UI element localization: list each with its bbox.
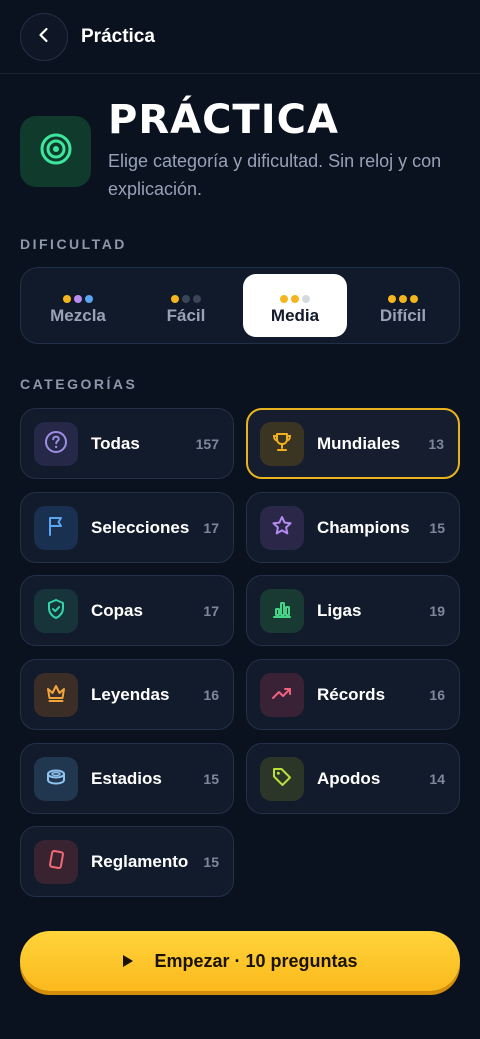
difficulty-option-label: Media (270, 306, 320, 325)
card-icon (44, 848, 68, 877)
category-name: Estadios (91, 768, 162, 788)
category-icon-box (260, 506, 304, 550)
flag-icon (44, 514, 68, 543)
difficulty-option-mezcla[interactable]: Mezcla (26, 274, 130, 337)
start-button[interactable]: Empezar · 10 preguntas (20, 931, 460, 991)
category-icon-box (34, 506, 78, 550)
category-count: 15 (429, 519, 445, 536)
stadium-icon (44, 765, 68, 794)
category-count: 16 (203, 686, 219, 703)
category-icon-box (34, 673, 78, 717)
crown-icon (44, 681, 68, 710)
difficulty-option-label: Difícil (379, 306, 427, 325)
category-count: 157 (195, 435, 219, 452)
category-name: Copas (91, 600, 143, 620)
back-button[interactable] (20, 13, 68, 61)
category-count: 19 (429, 602, 445, 619)
difficulty-option-facil[interactable]: Fácil (134, 274, 238, 337)
category-card-todas[interactable]: Todas 157 (20, 408, 234, 479)
category-card-champions[interactable]: Champions 15 (246, 492, 460, 563)
category-card-reglamento[interactable]: Reglamento 15 (20, 826, 234, 897)
category-name: Ligas (317, 600, 362, 620)
difficulty-option-label: Mezcla (50, 306, 106, 325)
category-icon-box (34, 757, 78, 801)
trending-up-icon (270, 681, 294, 710)
difficulty-dots (351, 290, 455, 303)
category-name: Récords (317, 684, 386, 704)
categories-section-label: CATEGORÍAS (20, 376, 138, 392)
page-title: PRÁCTICA (108, 97, 339, 143)
category-name: Reglamento (91, 851, 189, 871)
difficulty-dots (134, 290, 238, 303)
difficulty-option-label: Fácil (166, 306, 206, 325)
category-name: Selecciones (91, 517, 190, 537)
question-circle-icon (44, 430, 68, 459)
chevron-left-icon (35, 26, 53, 49)
category-card-apodos[interactable]: Apodos 14 (246, 743, 460, 814)
category-count: 16 (429, 686, 445, 703)
category-count: 13 (428, 435, 444, 452)
category-name: Leyendas (91, 684, 170, 704)
top-bar: Práctica (0, 0, 480, 74)
tag-icon (270, 765, 294, 794)
category-card-selecciones[interactable]: Selecciones 17 (20, 492, 234, 563)
category-count: 17 (203, 602, 219, 619)
trophy-icon (270, 430, 294, 459)
page-subtitle: Elige categoría y dificultad. Sin reloj … (108, 151, 442, 199)
header-title: Práctica (81, 26, 155, 47)
category-icon-box (260, 757, 304, 801)
category-card-mundiales[interactable]: Mundiales 13 (246, 408, 460, 479)
category-icon-box (34, 589, 78, 633)
category-icon-box (260, 422, 304, 466)
difficulty-option-dificil[interactable]: Difícil (351, 274, 455, 337)
category-name: Mundiales (317, 433, 401, 453)
start-button-label: Empezar · 10 preguntas (154, 950, 358, 971)
category-count: 15 (203, 770, 219, 787)
difficulty-selector: Mezcla Fácil Media Difícil (20, 267, 460, 344)
category-card-records[interactable]: Récords 16 (246, 659, 460, 730)
category-icon-box (34, 840, 78, 884)
difficulty-section-label: DIFICULTAD (20, 236, 127, 252)
category-count: 15 (203, 853, 219, 870)
category-card-copas[interactable]: Copas 17 (20, 575, 234, 646)
category-card-estadios[interactable]: Estadios 15 (20, 743, 234, 814)
category-card-leyendas[interactable]: Leyendas 16 (20, 659, 234, 730)
bar-chart-icon (270, 597, 294, 626)
difficulty-option-media[interactable]: Media (243, 274, 347, 337)
category-name: Todas (91, 433, 140, 453)
category-count: 17 (203, 519, 219, 536)
hero-icon-box (20, 116, 91, 187)
category-icon-box (34, 422, 78, 466)
difficulty-dots (26, 290, 130, 303)
difficulty-dots (243, 290, 347, 303)
category-icon-box (260, 589, 304, 633)
category-count: 14 (429, 770, 445, 787)
category-card-ligas[interactable]: Ligas 19 (246, 575, 460, 646)
shield-check-icon (44, 597, 68, 626)
category-name: Champions (317, 517, 410, 537)
category-icon-box (260, 673, 304, 717)
category-name: Apodos (317, 768, 381, 788)
star-icon (270, 514, 294, 543)
target-icon (39, 132, 73, 171)
play-icon (122, 954, 136, 968)
